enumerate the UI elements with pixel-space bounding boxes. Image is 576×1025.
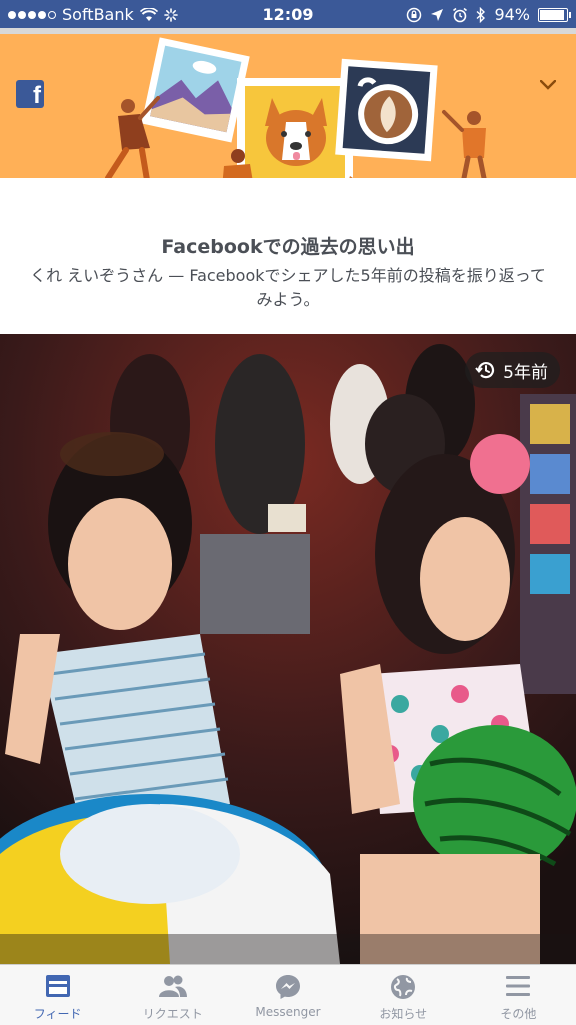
years-ago-badge: 5年前 [465,352,560,388]
history-clock-icon [475,362,495,379]
news-feed-icon [45,975,70,997]
friend-requests-icon [158,975,187,997]
tab-notifications[interactable]: お知らせ [346,965,461,1025]
battery-percent: 94% [494,5,530,24]
status-bar: SoftBank 12:09 94% [0,0,576,28]
memory-subtitle: くれ えいぞうさん — Facebookでシェアした5年前の投稿を振り返ってみよ… [30,266,546,309]
memories-banner: f [0,28,576,178]
years-ago-label: 5年前 [503,362,548,383]
tab-messenger-label: Messenger [255,1005,321,1019]
tab-more-label: その他 [500,1007,537,1021]
hamburger-menu-icon [506,976,531,996]
tab-feed-label: フィード [33,1007,82,1021]
tab-requests[interactable]: リクエスト [115,965,230,1025]
memories-illustration [105,37,487,178]
tab-feed[interactable]: フィード [0,965,115,1025]
rotation-lock-icon [407,7,422,22]
memory-post-photo[interactable]: 5年前 [0,334,576,964]
memory-header: Facebookでの過去の思い出 くれ えいぞうさん — Facebookでシェ… [0,178,576,334]
messenger-icon [276,975,300,999]
bluetooth-icon [476,6,486,23]
globe-notifications-icon [391,975,416,999]
tab-requests-label: リクエスト [142,1007,203,1021]
tab-more[interactable]: その他 [461,965,576,1025]
battery-icon [538,7,571,22]
post-photo-image [0,334,576,964]
tab-notifications-label: お知らせ [379,1007,428,1021]
bottom-tab-bar: フィード リクエスト Messenger お知らせ その他 [0,964,576,1025]
alarm-icon [453,7,468,22]
memory-title: Facebookでの過去の思い出 [161,236,415,258]
location-arrow-icon [431,8,444,21]
tab-messenger[interactable]: Messenger [230,965,345,1025]
